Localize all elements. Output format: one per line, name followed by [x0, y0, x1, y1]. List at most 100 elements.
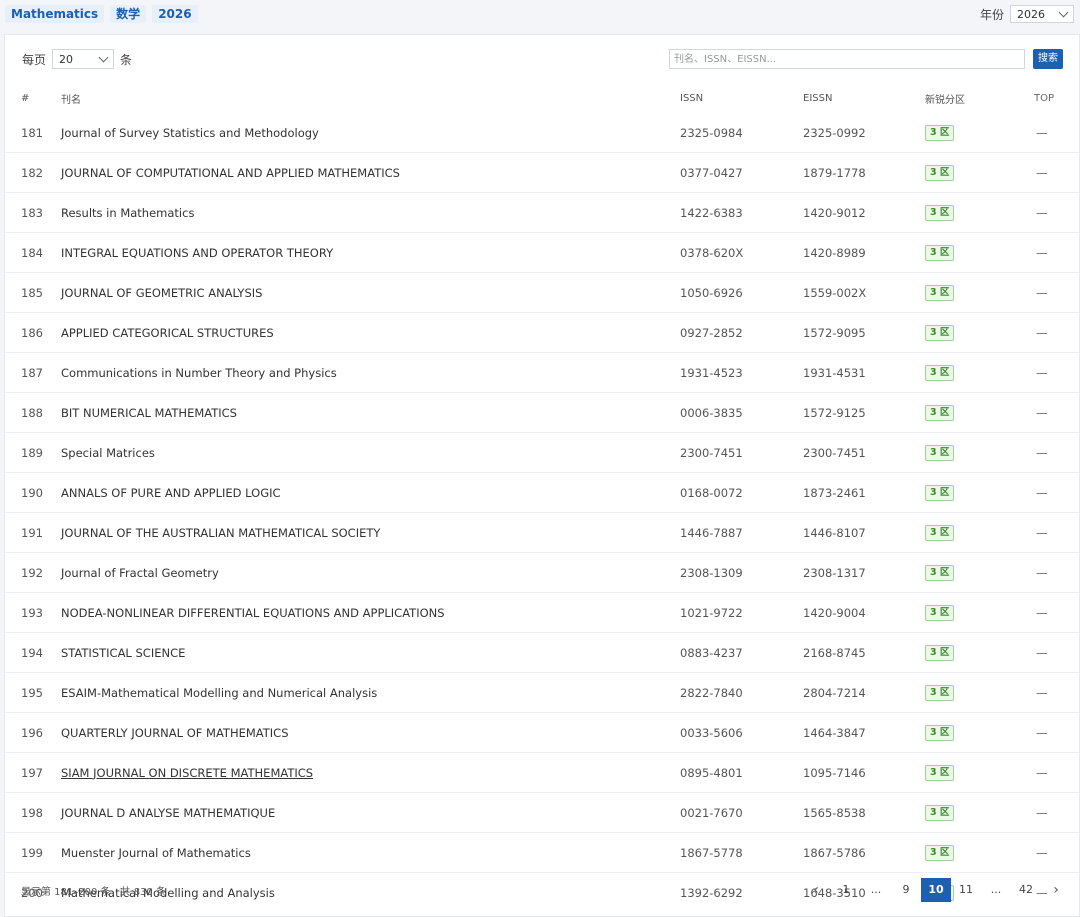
zone-cell: 3 区 [924, 712, 1024, 753]
journal-name[interactable]: JOURNAL OF COMPUTATIONAL AND APPLIED MAT… [60, 152, 679, 193]
table-row[interactable]: 194 STATISTICAL SCIENCE 0883-4237 2168-8745… [5, 632, 1079, 673]
journal-name[interactable]: BIT NUMERICAL MATHEMATICS [60, 392, 679, 433]
year-select[interactable]: 2026 [1010, 5, 1074, 23]
chevron-down-icon [98, 52, 109, 63]
per-page-select[interactable]: 20 [52, 49, 115, 69]
zone-cell: 3 区 [924, 752, 1024, 793]
row-index: 196 [5, 712, 60, 753]
pagination-page[interactable]: 9 [891, 878, 921, 902]
journal-name[interactable]: ESAIM-Mathematical Modelling and Numeric… [60, 672, 679, 713]
zone-badge: 3 区 [925, 245, 955, 261]
table-row[interactable]: 183 Results in Mathematics 1422-6383 1420-9… [5, 192, 1079, 233]
journal-name[interactable]: NODEA-NONLINEAR DIFFERENTIAL EQUATIONS A… [60, 592, 679, 633]
journal-name[interactable]: Communications in Number Theory and Phys… [60, 352, 679, 393]
zone-cell: 3 区 [924, 232, 1024, 273]
chevron-down-icon [1058, 7, 1069, 18]
table-row[interactable]: 197 SIAM JOURNAL ON DISCRETE MATHEMATICS 0… [5, 752, 1079, 793]
top-cell: — [1024, 192, 1079, 233]
table-row[interactable]: 196 QUARTERLY JOURNAL OF MATHEMATICS 0033-… [5, 712, 1079, 753]
zone-cell: 3 区 [924, 392, 1024, 433]
top-cell: — [1024, 672, 1079, 713]
zone-cell: 3 区 [924, 312, 1024, 353]
row-index: 192 [5, 552, 60, 593]
row-index: 194 [5, 632, 60, 673]
row-index: 189 [5, 432, 60, 473]
header-zone: 新锐分区 [924, 83, 1024, 113]
zone-badge: 3 区 [925, 685, 955, 701]
journal-name[interactable]: QUARTERLY JOURNAL OF MATHEMATICS [60, 712, 679, 753]
table-row[interactable]: 182 JOURNAL OF COMPUTATIONAL AND APPLIED … [5, 152, 1079, 193]
table-row[interactable]: 189 Special Matrices 2300-7451 2300-7451 3 区… [5, 432, 1079, 473]
issn-cell: 0377-0427 [679, 152, 802, 193]
zone-cell: 3 区 [924, 792, 1024, 833]
table-row[interactable]: 184 INTEGRAL EQUATIONS AND OPERATOR THEOR… [5, 232, 1079, 273]
row-index: 186 [5, 312, 60, 353]
zone-cell: 3 区 [924, 192, 1024, 233]
year-filter: 年份 2026 [980, 5, 1074, 23]
journal-name[interactable]: Journal of Fractal Geometry [60, 552, 679, 593]
header-name: 刊名 [60, 83, 679, 113]
journal-name[interactable]: STATISTICAL SCIENCE [60, 632, 679, 673]
zone-badge: 3 区 [925, 605, 955, 621]
zone-badge: 3 区 [925, 525, 955, 541]
zone-cell: 3 区 [924, 113, 1024, 153]
table-row[interactable]: 191 JOURNAL OF THE AUSTRALIAN MATHEMATICA… [5, 512, 1079, 553]
issn-cell: 0021-7670 [679, 792, 802, 833]
zone-cell: 3 区 [924, 272, 1024, 313]
issn-cell: 0895-4801 [679, 752, 802, 793]
table-row[interactable]: 187 Communications in Number Theory and P… [5, 352, 1079, 393]
row-index: 199 [5, 832, 60, 873]
issn-cell: 2300-7451 [679, 432, 802, 473]
top-cell: — [1024, 432, 1079, 473]
eissn-cell: 1446-8107 [802, 512, 924, 553]
table-header-row: # 刊名 ISSN EISSN 新锐分区 TOP [5, 83, 1079, 113]
journal-name[interactable]: JOURNAL OF GEOMETRIC ANALYSIS [60, 272, 679, 313]
journal-list-card: 每页 20 条 搜索 # 刊名 ISSN EISSN 新锐分区 TOP 181 J… [4, 34, 1080, 917]
table-row[interactable]: 186 APPLIED CATEGORICAL STRUCTURES 0927-28… [5, 312, 1079, 353]
issn-cell: 1446-7887 [679, 512, 802, 553]
chevron-right-icon[interactable]: › [1041, 878, 1071, 902]
search-button[interactable]: 搜索 [1033, 49, 1063, 69]
zone-cell: 3 区 [924, 632, 1024, 673]
zone-badge: 3 区 [925, 765, 955, 781]
top-cell: — [1024, 152, 1079, 193]
row-index: 187 [5, 352, 60, 393]
filter-chip-year[interactable]: 2026 [152, 5, 198, 23]
journal-name[interactable]: Muenster Journal of Mathematics [60, 832, 679, 873]
filter-chip-subject-cn[interactable]: 数学 [110, 5, 147, 23]
journal-name[interactable]: SIAM JOURNAL ON DISCRETE MATHEMATICS [60, 752, 679, 793]
header-eissn: EISSN [802, 83, 924, 113]
table-row[interactable]: 192 Journal of Fractal Geometry 2308-1309 2… [5, 552, 1079, 593]
journal-name[interactable]: JOURNAL OF THE AUSTRALIAN MATHEMATICAL S… [60, 512, 679, 553]
top-cell: — [1024, 312, 1079, 353]
zone-badge: 3 区 [925, 645, 955, 661]
pagination-page[interactable]: 1 [831, 878, 861, 902]
table-row[interactable]: 185 JOURNAL OF GEOMETRIC ANALYSIS 1050-692… [5, 272, 1079, 313]
chevron-left-icon[interactable]: ‹ [801, 878, 831, 902]
table-row[interactable]: 199 Muenster Journal of Mathematics 1867-5… [5, 832, 1079, 873]
pagination-page[interactable]: 11 [951, 878, 981, 902]
filter-chip-subject-en[interactable]: Mathematics [5, 5, 105, 23]
year-select-value: 2026 [1017, 7, 1045, 21]
table-row[interactable]: 193 NODEA-NONLINEAR DIFFERENTIAL EQUATION… [5, 592, 1079, 633]
journal-name[interactable]: Special Matrices [60, 432, 679, 473]
table-row[interactable]: 188 BIT NUMERICAL MATHEMATICS 0006-3835 157… [5, 392, 1079, 433]
table-row[interactable]: 198 JOURNAL D ANALYSE MATHEMATIQUE 0021-76… [5, 792, 1079, 833]
table-row[interactable]: 190 ANNALS OF PURE AND APPLIED LOGIC 0168-… [5, 472, 1079, 513]
zone-badge: 3 区 [925, 445, 955, 461]
eissn-cell: 1095-7146 [802, 752, 924, 793]
journal-name[interactable]: Journal of Survey Statistics and Methodo… [60, 113, 679, 153]
journal-name[interactable]: INTEGRAL EQUATIONS AND OPERATOR THEORY [60, 232, 679, 273]
journal-name[interactable]: JOURNAL D ANALYSE MATHEMATIQUE [60, 792, 679, 833]
search-input[interactable] [669, 49, 1025, 69]
journal-name[interactable]: APPLIED CATEGORICAL STRUCTURES [60, 312, 679, 353]
row-index: 188 [5, 392, 60, 433]
journal-table: # 刊名 ISSN EISSN 新锐分区 TOP 181 Journal of S… [5, 83, 1079, 912]
pagination-page[interactable]: 42 [1011, 878, 1041, 902]
journal-name[interactable]: ANNALS OF PURE AND APPLIED LOGIC [60, 472, 679, 513]
pagination-current-page[interactable]: 10 [921, 878, 951, 902]
table-row[interactable]: 181 Journal of Survey Statistics and Meth… [5, 113, 1079, 153]
journal-name[interactable]: Results in Mathematics [60, 192, 679, 233]
table-row[interactable]: 195 ESAIM-Mathematical Modelling and Nume… [5, 672, 1079, 713]
eissn-cell: 1867-5786 [802, 832, 924, 873]
